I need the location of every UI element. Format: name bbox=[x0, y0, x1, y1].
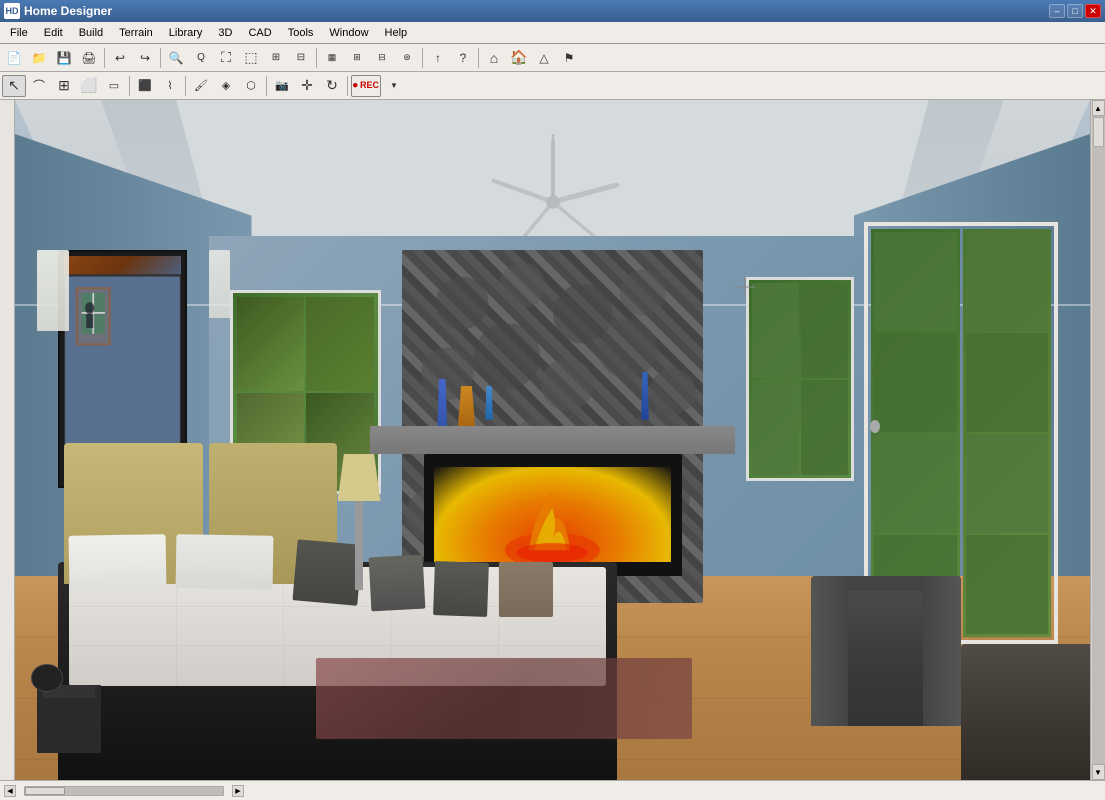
maximize-button[interactable]: □ bbox=[1067, 4, 1083, 18]
corner-chair bbox=[961, 644, 1090, 780]
alarm-clock bbox=[31, 664, 63, 691]
menu-tools[interactable]: Tools bbox=[280, 25, 322, 41]
menu-window[interactable]: Window bbox=[321, 25, 376, 41]
mountain-button[interactable]: △ bbox=[532, 47, 556, 69]
armchair bbox=[811, 576, 962, 726]
viewport-3d[interactable] bbox=[15, 100, 1090, 780]
menu-cad[interactable]: CAD bbox=[240, 25, 279, 41]
help-button[interactable]: ? bbox=[451, 47, 475, 69]
wall-sconce-left bbox=[37, 250, 69, 332]
zoom-in-button[interactable]: 🔍 bbox=[164, 47, 188, 69]
app-icon: HD bbox=[4, 3, 20, 19]
open-button[interactable]: 📁 bbox=[27, 47, 51, 69]
scroll-track-horizontal[interactable] bbox=[24, 786, 224, 796]
scrollbar-vertical: ▲ ▼ bbox=[1090, 100, 1105, 780]
material-tool[interactable]: ◈ bbox=[214, 75, 238, 97]
main-area: ▲ ▼ bbox=[0, 100, 1105, 780]
wall-tool[interactable]: ⊞ bbox=[52, 75, 76, 97]
scroll-up-button[interactable]: ▲ bbox=[1092, 100, 1105, 116]
menu-file[interactable]: File bbox=[2, 25, 36, 41]
status-bar: ◀ ▶ bbox=[0, 780, 1105, 800]
toolbar-1: 📄 📁 💾 🖨 ↩ ↪ 🔍 Q ⛶ ⬚ ⊞ ⊟ ▦ ⊞ ⊟ ⊛ ↑ ? ⌂ 🏠 … bbox=[0, 44, 1105, 72]
app-title: Home Designer bbox=[24, 4, 112, 18]
close-button[interactable]: ✕ bbox=[1085, 4, 1101, 18]
room-scene bbox=[15, 100, 1090, 780]
arrow-up-button[interactable]: ↑ bbox=[426, 47, 450, 69]
paint-tool[interactable]: 🖌 bbox=[189, 75, 213, 97]
zoom-rect-button[interactable]: ⬚ bbox=[239, 47, 263, 69]
window-tool[interactable]: ⬛ bbox=[133, 75, 157, 97]
new-button[interactable]: 📄 bbox=[2, 47, 26, 69]
scroll-down-button[interactable]: ▼ bbox=[1092, 764, 1105, 780]
toolbar-separator-2 bbox=[160, 48, 161, 68]
scroll-left-button[interactable]: ◀ bbox=[4, 785, 16, 797]
window-right-secondary bbox=[746, 277, 854, 481]
ruler-left bbox=[0, 100, 15, 780]
section-button[interactable]: ⊟ bbox=[370, 47, 394, 69]
toolbar-2: ↖ ⌒ ⊞ ⬜ ▭ ⬛ ⌇ 🖌 ◈ ⬡ 📷 ✛ ↻ ⏺ REC ▼ bbox=[0, 72, 1105, 100]
toolbar-separator-3 bbox=[316, 48, 317, 68]
room-tool[interactable]: ⬜ bbox=[77, 75, 101, 97]
toolbar-separator-4 bbox=[422, 48, 423, 68]
flag-button[interactable]: ⚑ bbox=[557, 47, 581, 69]
toolbar2-sep-1 bbox=[129, 76, 130, 96]
rec-button[interactable]: ⏺ REC bbox=[351, 75, 381, 97]
toolbar2-sep-2 bbox=[185, 76, 186, 96]
select-tool[interactable]: ↖ bbox=[2, 75, 26, 97]
house-button[interactable]: ⌂ bbox=[482, 47, 506, 69]
toolbar-separator-5 bbox=[478, 48, 479, 68]
move-tool[interactable]: ✛ bbox=[295, 75, 319, 97]
scroll-track-vertical[interactable] bbox=[1092, 116, 1105, 764]
toolbar2-sep-3 bbox=[266, 76, 267, 96]
menu-build[interactable]: Build bbox=[71, 25, 111, 41]
scroll-thumb-vertical[interactable] bbox=[1093, 117, 1104, 147]
title-bar: HD Home Designer – □ ✕ bbox=[0, 0, 1105, 22]
pillow-dark-3 bbox=[433, 562, 489, 618]
rec-dropdown[interactable]: ▼ bbox=[382, 75, 406, 97]
door-tool[interactable]: ▭ bbox=[102, 75, 126, 97]
pillow-white-1 bbox=[68, 534, 166, 590]
3d-button[interactable]: ⊛ bbox=[395, 47, 419, 69]
toolbar2-sep-4 bbox=[347, 76, 348, 96]
zoom-select-button[interactable]: ⊞ bbox=[264, 47, 288, 69]
toolbar-separator-1 bbox=[104, 48, 105, 68]
arc-tool[interactable]: ⌒ bbox=[27, 75, 51, 97]
scroll-thumb-horizontal[interactable] bbox=[25, 787, 65, 795]
stair-tool[interactable]: ⌇ bbox=[158, 75, 182, 97]
elevation-button[interactable]: ⊞ bbox=[345, 47, 369, 69]
zoom-prev-button[interactable]: ⊟ bbox=[289, 47, 313, 69]
texture-tool[interactable]: ⬡ bbox=[239, 75, 263, 97]
pillow-white-2 bbox=[176, 534, 274, 590]
house2-button[interactable]: 🏠 bbox=[507, 47, 531, 69]
minimize-button[interactable]: – bbox=[1049, 4, 1065, 18]
save-button[interactable]: 💾 bbox=[52, 47, 76, 69]
area-rug bbox=[316, 658, 692, 740]
rotate-tool[interactable]: ↻ bbox=[320, 75, 344, 97]
menu-edit[interactable]: Edit bbox=[36, 25, 71, 41]
pillow-tan bbox=[499, 562, 553, 616]
menu-terrain[interactable]: Terrain bbox=[111, 25, 161, 41]
title-left: HD Home Designer bbox=[4, 3, 112, 19]
zoom-fit-button[interactable]: ⛶ bbox=[214, 47, 238, 69]
fireplace-fire bbox=[434, 467, 671, 562]
camera-tool[interactable]: 📷 bbox=[270, 75, 294, 97]
zoom-out-button[interactable]: Q bbox=[189, 47, 213, 69]
fireplace-mantel bbox=[370, 426, 736, 453]
floor-lamp bbox=[338, 454, 381, 590]
menu-3d[interactable]: 3D bbox=[210, 25, 240, 41]
wall-sconce-right-painting bbox=[209, 250, 231, 318]
menu-library[interactable]: Library bbox=[161, 25, 211, 41]
window-controls: – □ ✕ bbox=[1049, 4, 1101, 18]
redo-button[interactable]: ↪ bbox=[133, 47, 157, 69]
cursor-crosshair bbox=[735, 277, 755, 297]
menu-help[interactable]: Help bbox=[377, 25, 416, 41]
print-button[interactable]: 🖨 bbox=[77, 47, 101, 69]
nightstand bbox=[37, 685, 102, 753]
menu-bar: File Edit Build Terrain Library 3D CAD T… bbox=[0, 22, 1105, 44]
plan-button[interactable]: ▦ bbox=[320, 47, 344, 69]
undo-button[interactable]: ↩ bbox=[108, 47, 132, 69]
scroll-right-button[interactable]: ▶ bbox=[232, 785, 244, 797]
